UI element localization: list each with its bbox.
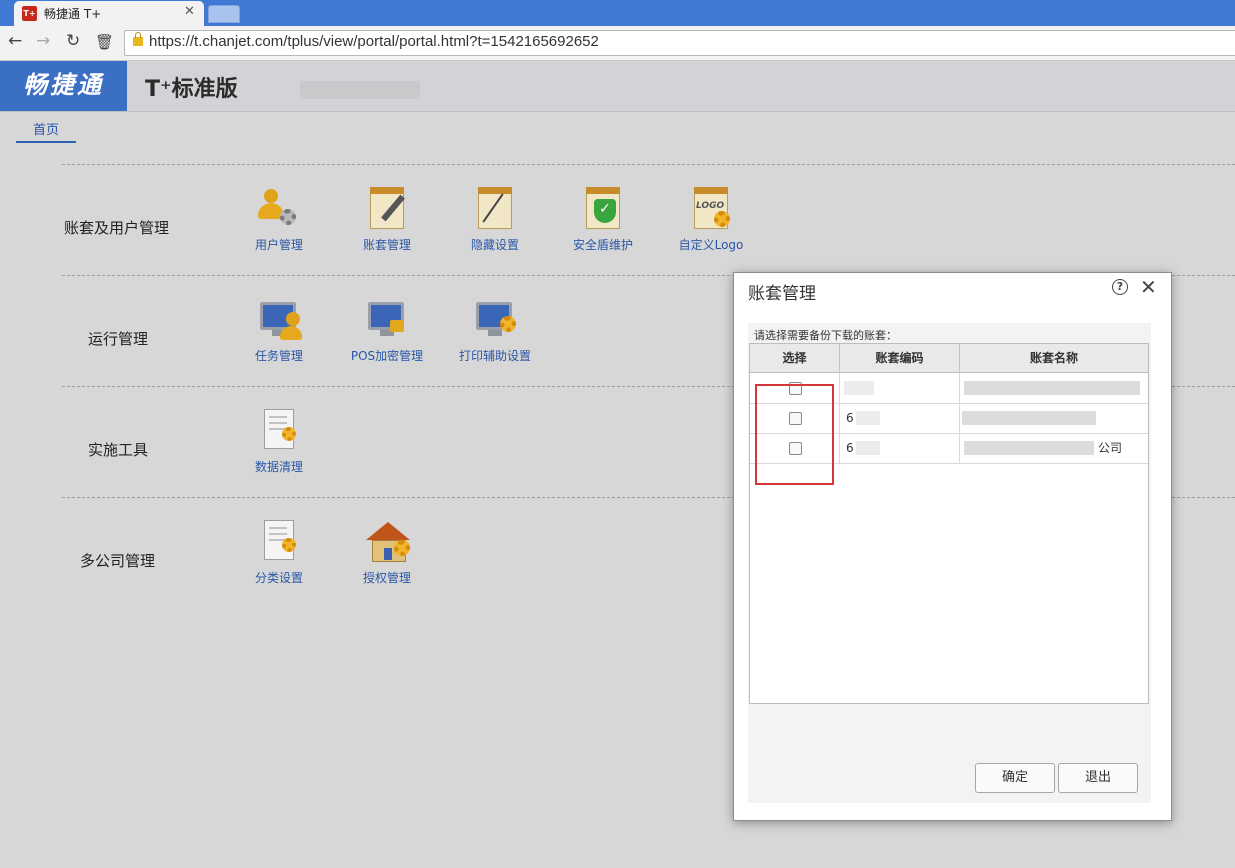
tile-pos-encryption[interactable]: POS加密管理	[342, 296, 432, 364]
section-title-runtime: 运行管理	[88, 330, 149, 348]
blurred-name	[964, 441, 1094, 455]
column-header-code[interactable]: 账套编码	[840, 344, 960, 372]
reload-icon[interactable]: ↻	[66, 31, 80, 51]
url-text: https://t.chanjet.com/tplus/view/portal/…	[149, 33, 599, 50]
select-column-highlight	[755, 384, 834, 485]
book-wrench-icon	[364, 185, 410, 231]
tile-category-settings[interactable]: 分类设置	[234, 518, 324, 586]
blurred-name	[962, 411, 1096, 425]
product-name: T⁺标准版	[145, 77, 238, 102]
column-header-select[interactable]: 选择	[750, 344, 840, 372]
tile-data-cleanup[interactable]: 数据清理	[234, 407, 324, 475]
blurred-code	[844, 381, 874, 395]
tile-account-set-management[interactable]: 账套管理	[342, 185, 432, 253]
divider	[62, 164, 1235, 165]
browser-toolbar: ← → ↻ 🗑 https://t.chanjet.com/tplus/view…	[0, 26, 1235, 61]
lock-icon	[133, 32, 143, 46]
account-code: 6	[846, 411, 854, 425]
tile-task-management[interactable]: 任务管理	[234, 296, 324, 364]
forward-arrow-icon[interactable]: →	[36, 31, 50, 51]
blurred-name	[964, 381, 1140, 395]
monitor-gear-icon	[472, 296, 518, 342]
book-pen-icon	[472, 185, 518, 231]
tab-home[interactable]: 首页	[16, 119, 76, 143]
tile-user-management[interactable]: 用户管理	[234, 185, 324, 253]
close-icon[interactable]: ✕	[184, 4, 195, 19]
blurred-company-name	[300, 81, 420, 99]
blurred-code	[856, 411, 880, 425]
tab-title: 畅捷通 T+	[44, 7, 102, 21]
back-arrow-icon[interactable]: ←	[8, 31, 22, 51]
trash-icon[interactable]: 🗑	[95, 33, 114, 51]
browser-tabstrip: T+ 畅捷通 T+ ✕	[0, 0, 1235, 26]
favicon-icon: T+	[22, 6, 37, 21]
column-header-name[interactable]: 账套名称	[960, 344, 1148, 372]
blurred-code	[856, 441, 880, 455]
ok-button[interactable]: 确定	[975, 763, 1055, 793]
browser-tab-active[interactable]: T+ 畅捷通 T+ ✕	[14, 1, 204, 26]
account-name-suffix: 公司	[1098, 441, 1123, 455]
help-icon[interactable]: ?	[1112, 279, 1128, 295]
logo-gear-icon: LOGO	[688, 185, 734, 231]
document-icon	[256, 407, 302, 453]
close-icon[interactable]: ✕	[1140, 275, 1157, 299]
monitor-user-icon	[256, 296, 302, 342]
new-tab-button[interactable]	[208, 5, 240, 23]
brand-logo: 畅捷通	[0, 61, 127, 111]
dialog-prompt: 请选择需要备份下载的账套：	[754, 329, 897, 342]
house-gear-icon	[364, 518, 410, 564]
section-title-account-user: 账套及用户管理	[64, 219, 170, 237]
tile-security-shield[interactable]: 安全盾维护	[558, 185, 648, 253]
account-set-table: 选择 账套编码 账套名称 6 6 公司	[749, 343, 1149, 704]
exit-button[interactable]: 退出	[1058, 763, 1138, 793]
tile-custom-logo[interactable]: LOGO 自定义Logo	[666, 185, 756, 253]
account-code: 6	[846, 441, 854, 455]
account-set-dialog: 账套管理 ? ✕ 请选择需要备份下载的账套： 选择 账套编码 账套名称 6 6 …	[733, 272, 1172, 821]
document-icon	[256, 518, 302, 564]
shield-icon	[580, 185, 626, 231]
dialog-body: 请选择需要备份下载的账套： 选择 账套编码 账套名称 6 6 公司 确定 退出	[748, 323, 1151, 803]
user-gear-icon	[256, 185, 302, 231]
app-header: 畅捷通 T⁺标准版	[0, 61, 1235, 112]
tile-print-assist[interactable]: 打印辅助设置	[450, 296, 540, 364]
address-bar[interactable]: https://t.chanjet.com/tplus/view/portal/…	[124, 30, 1235, 56]
section-title-impl-tools: 实施工具	[88, 441, 149, 459]
monitor-lock-icon	[364, 296, 410, 342]
section-title-multi-company: 多公司管理	[80, 552, 156, 570]
tile-authorization[interactable]: 授权管理	[342, 518, 432, 586]
table-header: 选择 账套编码 账套名称	[750, 344, 1148, 373]
dialog-title: 账套管理	[748, 284, 816, 304]
tile-hidden-settings[interactable]: 隐藏设置	[450, 185, 540, 253]
